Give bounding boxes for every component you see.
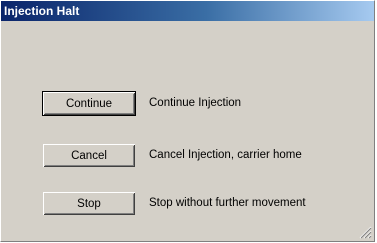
size-grip-icon[interactable]	[359, 226, 372, 239]
continue-button[interactable]: Continue	[42, 91, 136, 116]
cancel-button[interactable]: Cancel	[43, 144, 135, 167]
stop-button[interactable]: Stop	[43, 192, 135, 215]
cancel-description: Cancel Injection, carrier home	[149, 149, 302, 161]
title-bar[interactable]: Injection Halt	[1, 1, 374, 21]
continue-description: Continue Injection	[149, 97, 242, 109]
dialog-window: Injection Halt Continue Continue Injecti…	[0, 0, 375, 242]
stop-description: Stop without further movement	[149, 197, 306, 209]
window-title: Injection Halt	[4, 4, 80, 18]
